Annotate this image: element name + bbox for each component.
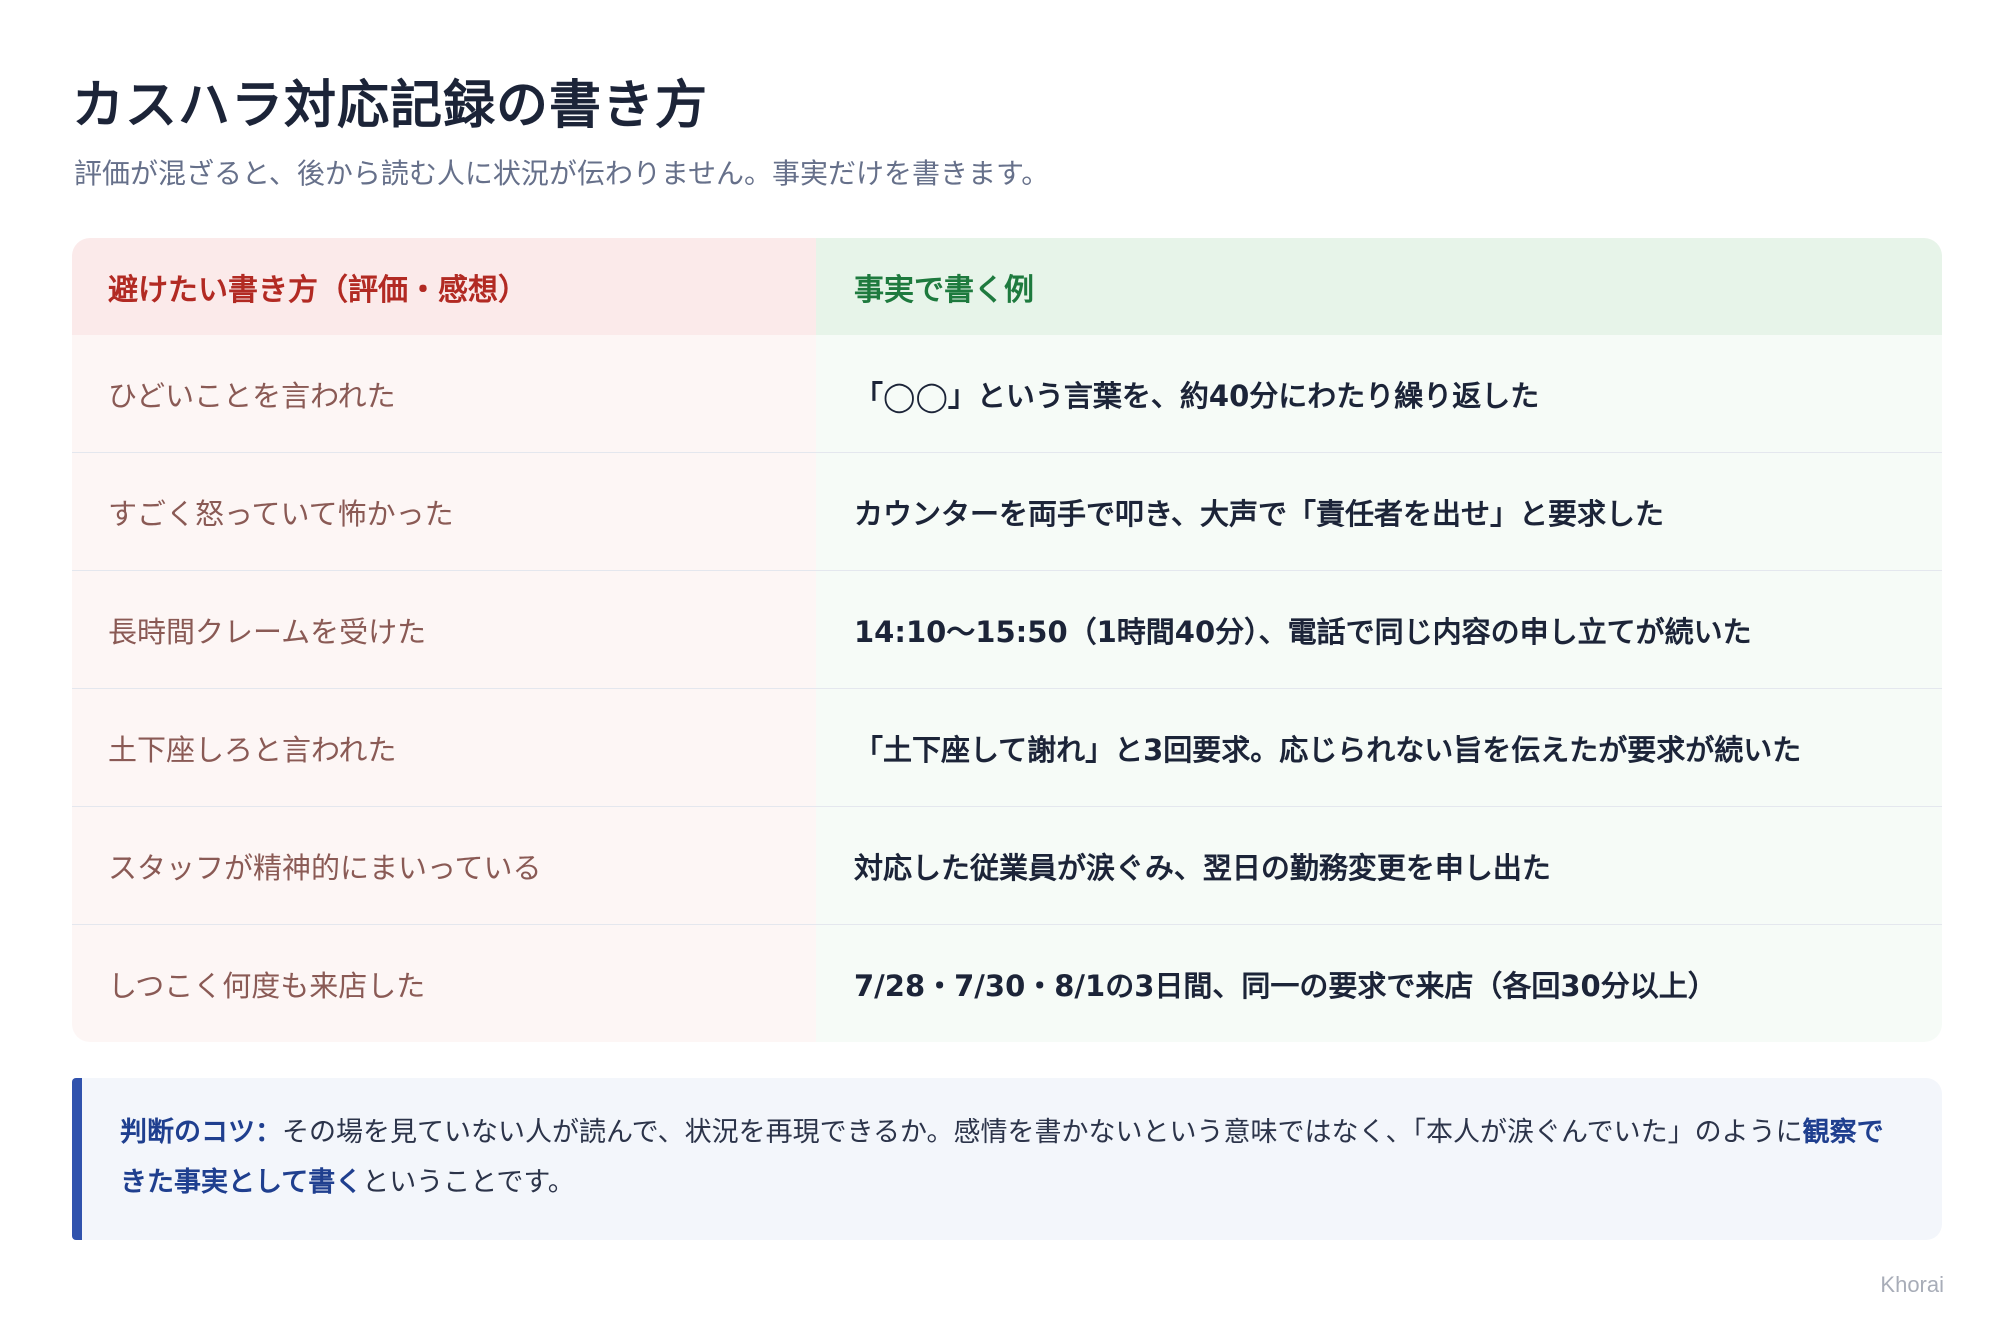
footer-credit: Khorai [1880, 1272, 1944, 1297]
column-header-avoid: 避けたい書き方（評価・感想） [72, 238, 816, 335]
avoid-example-cell: すごく怒っていて怖かった [72, 453, 816, 570]
table-row: すごく怒っていて怖かった カウンターを両手で叩き、大声で「責任者を出せ」と要求し… [72, 452, 1942, 570]
avoid-example-cell: しつこく何度も来店した [72, 925, 816, 1042]
page-subtitle: 評価が混ざると、後から読む人に状況が伝わりません。事実だけを書きます。 [74, 157, 1050, 190]
tip-label: 判断のコツ： [120, 1117, 282, 1148]
avoid-example-cell: 長時間クレームを受けた [72, 571, 816, 688]
tip-body-end: ということです。 [362, 1167, 575, 1198]
tip-body: その場を見ていない人が読んで、状況を再現できるか。感情を書かないという意味ではな… [282, 1117, 1803, 1148]
fact-example-cell: 7/28・7/30・8/1の3日間、同一の要求で来店（各回30分以上） [816, 925, 1942, 1042]
table-row: 土下座しろと言われた 「土下座して謝れ」と3回要求。応じられない旨を伝えたが要求… [72, 688, 1942, 806]
table-row: 長時間クレームを受けた 14:10〜15:50（1時間40分）、電話で同じ内容の… [72, 570, 1942, 688]
avoid-example-cell: ひどいことを言われた [72, 335, 816, 452]
fact-example-cell: 14:10〜15:50（1時間40分）、電話で同じ内容の申し立てが続いた [816, 571, 1942, 688]
table-row: スタッフが精神的にまいっている 対応した従業員が涙ぐみ、翌日の勤務変更を申し出た [72, 806, 1942, 924]
avoid-example-cell: スタッフが精神的にまいっている [72, 807, 816, 924]
tip-callout: 判断のコツ：その場を見ていない人が読んで、状況を再現できるか。感情を書かないとい… [72, 1078, 1942, 1240]
column-header-fact: 事実で書く例 [816, 238, 1942, 335]
fact-example-cell: 「土下座して謝れ」と3回要求。応じられない旨を伝えたが要求が続いた [816, 689, 1942, 806]
comparison-table: 避けたい書き方（評価・感想） 事実で書く例 ひどいことを言われた 「◯◯」という… [72, 238, 1942, 1042]
table-header-row: 避けたい書き方（評価・感想） 事実で書く例 [72, 238, 1942, 335]
fact-example-cell: カウンターを両手で叩き、大声で「責任者を出せ」と要求した [816, 453, 1942, 570]
tip-text: 判断のコツ：その場を見ていない人が読んで、状況を再現できるか。感情を書かないとい… [120, 1108, 1906, 1208]
avoid-example-cell: 土下座しろと言われた [72, 689, 816, 806]
fact-example-cell: 「◯◯」という言葉を、約40分にわたり繰り返した [816, 335, 1942, 452]
page-title: カスハラ対応記録の書き方 [72, 76, 709, 136]
fact-example-cell: 対応した従業員が涙ぐみ、翌日の勤務変更を申し出た [816, 807, 1942, 924]
table-row: しつこく何度も来店した 7/28・7/30・8/1の3日間、同一の要求で来店（各… [72, 924, 1942, 1042]
table-row: ひどいことを言われた 「◯◯」という言葉を、約40分にわたり繰り返した [72, 335, 1942, 452]
